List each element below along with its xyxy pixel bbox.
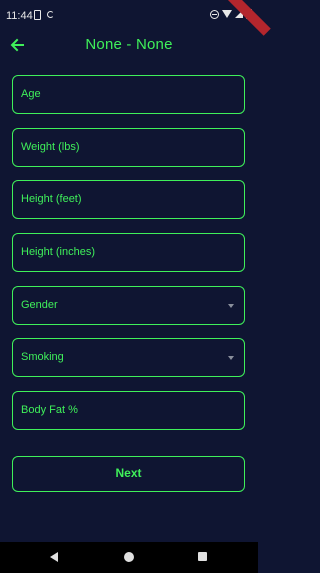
sync-icon [47,11,54,18]
weight-label: Weight (lbs) [21,141,80,153]
nav-back-icon[interactable] [50,552,58,562]
app-bar: None - None [0,30,258,62]
notification-icon [34,10,41,20]
body-fat-field[interactable]: Body Fat % [12,391,245,430]
dropdown-arrow-icon [228,356,234,360]
height-feet-label: Height (feet) [21,193,82,205]
system-nav-bar [0,542,258,573]
next-button[interactable]: Next [12,456,245,492]
status-bar: 11:44 [0,0,258,30]
body-fat-label: Body Fat % [21,404,78,416]
gender-label: Gender [21,299,58,311]
dropdown-arrow-icon [228,304,234,308]
smoking-label: Smoking [21,351,64,363]
status-time: 11:44 [6,10,33,22]
nav-recents-icon[interactable] [198,552,207,561]
page-title: None - None [85,36,173,53]
wifi-icon [222,10,232,18]
height-feet-field[interactable]: Height (feet) [12,180,245,219]
height-inches-field[interactable]: Height (inches) [12,233,245,272]
age-field[interactable]: Age [12,75,245,114]
nav-home-icon[interactable] [124,552,134,562]
weight-field[interactable]: Weight (lbs) [12,128,245,167]
do-not-disturb-icon [210,9,219,19]
smoking-dropdown[interactable]: Smoking [12,338,245,377]
height-inches-label: Height (inches) [21,246,95,258]
age-label: Age [21,88,41,100]
gender-dropdown[interactable]: Gender [12,286,245,325]
